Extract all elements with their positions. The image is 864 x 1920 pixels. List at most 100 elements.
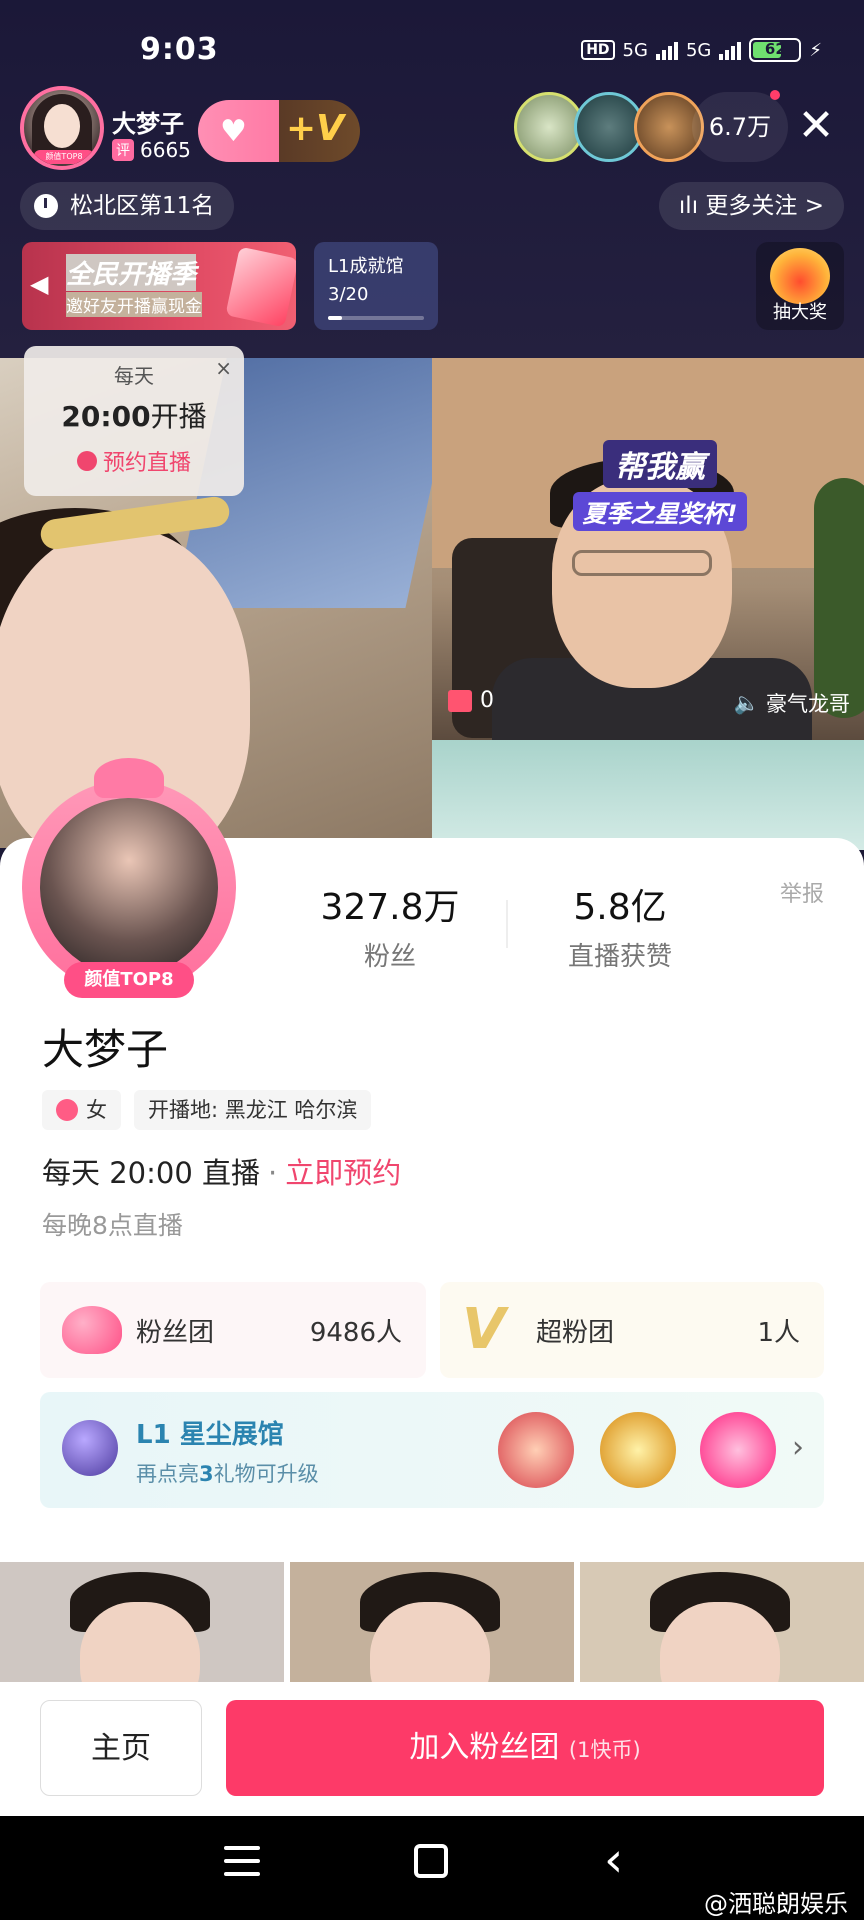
crystal-ball-icon [62, 1420, 118, 1476]
profile-name: 大梦子 [42, 1025, 169, 1074]
super-fans-label: 超粉团 [536, 1318, 615, 1348]
rank-text: 松北区第11名 [70, 193, 215, 219]
video-thumbnail[interactable] [580, 1562, 864, 1682]
fan-group-card[interactable]: 粉丝团 9486人 [40, 1282, 426, 1378]
host-name[interactable]: 大梦子 [112, 104, 184, 139]
hd-icon: HD [581, 40, 615, 60]
guest-banner: 帮我赢 夏季之星奖杯! [550, 440, 770, 531]
promo-subtitle: 邀好友开播赢现金 [66, 292, 202, 317]
reserve-freq: 每天 [114, 364, 154, 388]
gallery-hint-num: 3 [199, 1462, 214, 1486]
home-square-icon[interactable] [414, 1844, 448, 1878]
gender-chip: 女 [42, 1090, 121, 1130]
notification-dot [770, 90, 780, 100]
lottery-label: 抽大奖 [773, 302, 827, 323]
more-follow-label: 更多关注 > [705, 193, 824, 219]
gift-heart-icon [700, 1412, 776, 1488]
network-label-2: 5G [685, 39, 712, 61]
back-icon[interactable]: ‹ [604, 1836, 623, 1884]
super-fans-card[interactable]: V 超粉团 1人 [440, 1282, 824, 1378]
achievement-title: L1成就馆 [328, 256, 404, 277]
watermark: @洒聪朗娱乐 [704, 1890, 848, 1918]
guest-gift-count: 0 [448, 688, 494, 713]
gallery-hint-suffix: 礼物可升级 [213, 1462, 319, 1486]
guest-name: 豪气龙哥 [766, 692, 850, 716]
gift-beer-icon [600, 1412, 676, 1488]
battery-icon: 62 [749, 38, 802, 62]
host-badge: 颜值TOP8 [34, 150, 94, 164]
close-icon[interactable]: ✕ [786, 96, 846, 156]
followers-label: 粉丝 [363, 942, 416, 972]
likes-label: 直播获赞 [567, 942, 672, 972]
heart-icon: ♥ [220, 114, 247, 149]
home-button[interactable]: 主页 [40, 1700, 202, 1796]
gift-icon [448, 689, 472, 712]
gallery-title: L1 星尘展馆 [136, 1420, 284, 1450]
lottery-button[interactable]: 抽大奖 [756, 242, 844, 330]
location-chip: 开播地: 黑龙江 哈尔滨 [134, 1090, 372, 1130]
profile-note: 每晚8点直播 [42, 1211, 183, 1240]
report-link[interactable]: 举报 [780, 876, 824, 908]
signal-icon-2 [719, 40, 742, 60]
guest-banner-line2: 夏季之星奖杯! [572, 492, 748, 531]
followers-count: 327.8万 [320, 887, 460, 928]
female-icon [56, 1099, 78, 1121]
heart-icon [62, 1306, 122, 1354]
achievement-progress: 3/20 [328, 284, 369, 305]
more-follow-button[interactable]: ılı 更多关注 > [658, 182, 844, 230]
alarm-icon [76, 451, 97, 471]
speaker-muted-icon: 🔈 [733, 690, 760, 715]
guest-label[interactable]: 🔈 豪气龙哥 [734, 688, 850, 718]
achievement-card[interactable]: L1成就馆 3/20 [314, 242, 438, 330]
host-avatar[interactable]: 颜值TOP8 [20, 86, 104, 170]
reserve-now-link[interactable]: 立即预约 [285, 1156, 401, 1190]
clock: 9:03 [140, 32, 219, 67]
promo-banner[interactable]: ◀ 全民开播季 邀好友开播赢现金 [22, 242, 296, 330]
video-thumbnail[interactable] [290, 1562, 574, 1682]
red-envelope-icon [225, 246, 296, 328]
followers-stat[interactable]: 327.8万 粉丝 [310, 878, 470, 973]
promo-title: 全民开播季 [66, 254, 197, 291]
gallery-hint-prefix: 再点亮 [136, 1462, 199, 1486]
chevron-right-icon: › [792, 1430, 804, 1465]
close-icon[interactable]: × [215, 356, 232, 380]
super-fans-count: 1人 [757, 1318, 800, 1348]
crown-icon [94, 758, 164, 798]
signal-icon [655, 40, 678, 60]
area-rank[interactable]: 松北区第11名 [20, 182, 235, 230]
join-fan-button[interactable]: ♥ +V [198, 100, 360, 162]
join-fan-club-button[interactable]: 加入粉丝团 (1快币) [226, 1700, 824, 1796]
top-viewers[interactable] [514, 92, 704, 162]
system-icons: HD 5G 5G 62 ⚡ [581, 38, 822, 62]
score-value: 6665 [140, 138, 191, 162]
schedule-line: 每天 20:00 直播 · 立即预约 [42, 1150, 401, 1192]
gift-gallery-card[interactable]: L1 星尘展馆 再点亮3礼物可升级 › [40, 1392, 824, 1508]
plus-v-icon: +V [286, 108, 345, 149]
schedule-separator: · [268, 1156, 278, 1190]
menu-icon[interactable] [224, 1846, 260, 1880]
likes-stat: 5.8亿 直播获赞 [540, 878, 700, 973]
join-cost: (1快币) [568, 1738, 641, 1762]
join-label: 加入粉丝团 [409, 1730, 560, 1765]
achievement-progress-bar [328, 316, 424, 320]
reserve-live-button[interactable]: 预约直播 [24, 445, 244, 477]
profile-avatar-tag: 颜值TOP8 [64, 962, 194, 998]
guest-video[interactable] [432, 358, 864, 740]
viewer-count[interactable]: 6.7万 [692, 92, 788, 162]
gallery-hint: 再点亮3礼物可升级 [136, 1458, 319, 1488]
video-thumbnail[interactable] [0, 1562, 284, 1682]
video-thumbnails [0, 1562, 864, 1682]
charging-icon: ⚡ [809, 39, 822, 61]
profile-avatar[interactable]: 颜值TOP8 [22, 758, 236, 998]
bars-icon: ılı [678, 193, 706, 219]
schedule-text: 每天 20:00 直播 [42, 1156, 261, 1190]
reserve-action: 预约直播 [102, 451, 191, 476]
status-bar: 9:03 HD 5G 5G 62 ⚡ [0, 0, 864, 100]
stat-divider [506, 900, 508, 948]
gift-kiss-icon [498, 1412, 574, 1488]
likes-count: 5.8亿 [573, 887, 667, 928]
v-badge-icon: V [462, 1297, 506, 1362]
reserve-card: 每天 20:00开播 预约直播 × [24, 346, 244, 496]
host-score: 评 6665 [112, 138, 191, 162]
lottery-ball-icon [770, 248, 830, 304]
